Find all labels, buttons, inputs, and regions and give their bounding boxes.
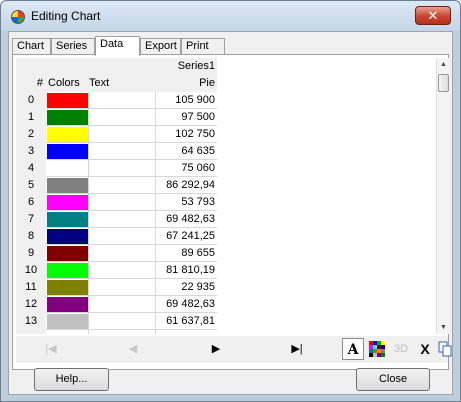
value-cell[interactable]: 64 635	[156, 143, 215, 160]
text-cell[interactable]	[89, 126, 155, 143]
value-cell[interactable]: 22 935	[156, 279, 215, 296]
row-index: 8	[27, 230, 35, 242]
value-cell[interactable]: 89 655	[156, 245, 215, 262]
column-gridline	[88, 92, 89, 334]
text-cell[interactable]	[89, 279, 155, 296]
value-cell[interactable]: 102 750	[156, 126, 215, 143]
last-record-button[interactable]: ▶|	[287, 340, 307, 358]
chart-app-icon	[11, 10, 25, 24]
close-button[interactable]: Close	[356, 368, 430, 391]
color-swatch[interactable]	[47, 93, 88, 108]
editing-chart-window: Editing Chart ✕ Chart Series Data Export…	[0, 0, 461, 402]
text-cell[interactable]	[89, 296, 155, 313]
scroll-down-arrow-icon[interactable]: ▼	[437, 321, 450, 334]
text-cell[interactable]	[89, 211, 155, 228]
color-swatch[interactable]	[47, 161, 88, 176]
color-swatch[interactable]	[47, 314, 88, 329]
text-column-header: Text	[89, 77, 110, 89]
value-cell[interactable]: 97 500	[156, 109, 215, 126]
series-name-header[interactable]: Series1	[156, 58, 215, 75]
color-swatch[interactable]	[47, 280, 88, 295]
row-index: 0	[27, 94, 35, 106]
row-index: 4	[27, 162, 35, 174]
text-cell[interactable]	[89, 194, 155, 211]
row-gridline	[46, 329, 217, 330]
window-title: Editing Chart	[31, 9, 101, 23]
text-cell[interactable]	[89, 109, 155, 126]
text-cell[interactable]	[89, 228, 155, 245]
colors-column-header: Colors	[48, 77, 80, 89]
color-swatch[interactable]	[47, 127, 88, 142]
data-grid[interactable]: Series1 # Colors Text Pie 0 105 900 1 97 50…	[16, 58, 217, 334]
data-tab-panel: Series1 # Colors Text Pie 0 105 900 1 97 50…	[12, 54, 452, 370]
value-cell[interactable]: 53 793	[156, 194, 215, 211]
index-column-header: #	[36, 77, 43, 89]
help-button-label: Help...	[55, 373, 88, 385]
tab-export[interactable]: Export	[140, 38, 181, 55]
color-swatch[interactable]	[47, 212, 88, 227]
row-index: 6	[27, 196, 35, 208]
window-close-button[interactable]: ✕	[415, 6, 451, 25]
row-index: 3	[27, 145, 35, 157]
text-cell[interactable]	[89, 177, 155, 194]
row-index: 7	[27, 213, 35, 225]
color-swatch[interactable]	[47, 263, 88, 278]
color-swatch[interactable]	[47, 144, 88, 159]
row-index: 13	[24, 315, 38, 327]
copy-icon[interactable]	[434, 338, 456, 360]
color-swatch[interactable]	[47, 195, 88, 210]
dialog-client-area: Chart Series Data Export Print Series1 #…	[8, 31, 453, 395]
value-cell[interactable]: 105 900	[156, 92, 215, 109]
next-record-button[interactable]: ▶	[206, 340, 226, 358]
close-button-label: Close	[378, 373, 408, 385]
value-cell[interactable]: 61 637,81	[156, 313, 215, 330]
title-bar[interactable]: Editing Chart ✕	[1, 1, 460, 31]
record-navigator: |◀ ◀ ▶ ▶| A 3D X	[16, 336, 452, 363]
color-swatch[interactable]	[47, 110, 88, 125]
row-index: 12	[24, 298, 38, 310]
value-cell[interactable]: 86 292,94	[156, 177, 215, 194]
row-index: 2	[27, 128, 35, 140]
first-record-button[interactable]: |◀	[41, 340, 61, 358]
column-gridline	[155, 92, 156, 334]
text-cell[interactable]	[89, 313, 155, 330]
color-palette-icon[interactable]	[366, 338, 388, 360]
3d-button[interactable]: 3D	[390, 338, 412, 360]
color-swatch[interactable]	[47, 229, 88, 244]
tab-print[interactable]: Print	[181, 38, 225, 55]
row-index: 5	[27, 179, 35, 191]
text-cell[interactable]	[89, 92, 155, 109]
scroll-up-arrow-icon[interactable]: ▲	[437, 58, 450, 71]
text-cell[interactable]	[89, 262, 155, 279]
grid-empty-area	[217, 58, 435, 334]
text-cell[interactable]	[89, 160, 155, 177]
tab-data[interactable]: Data	[95, 36, 140, 56]
text-cell[interactable]	[89, 245, 155, 262]
value-cell[interactable]: 69 482,63	[156, 211, 215, 228]
value-cell[interactable]: 81 810,19	[156, 262, 215, 279]
value-cell[interactable]: 69 482,63	[156, 296, 215, 313]
text-cell[interactable]	[89, 143, 155, 160]
value-cell[interactable]: 75 060	[156, 160, 215, 177]
value-cell[interactable]: 67 241,25	[156, 228, 215, 245]
row-index: 9	[27, 247, 35, 259]
color-swatch[interactable]	[47, 246, 88, 261]
row-index: 1	[27, 111, 35, 123]
color-swatch[interactable]	[47, 297, 88, 312]
tab-series[interactable]: Series	[51, 38, 95, 55]
vertical-scrollbar[interactable]: ▲ ▼	[436, 58, 449, 334]
series-type-header: Pie	[199, 77, 215, 89]
row-index: 11	[25, 281, 37, 293]
tab-chart[interactable]: Chart	[12, 38, 51, 55]
font-button[interactable]: A	[342, 338, 364, 360]
color-swatch[interactable]	[47, 178, 88, 193]
scrollbar-thumb[interactable]	[438, 74, 449, 92]
row-index: 10	[24, 264, 38, 276]
help-button[interactable]: Help...	[34, 368, 109, 391]
previous-record-button[interactable]: ◀	[123, 340, 143, 358]
delete-button[interactable]: X	[414, 338, 436, 360]
